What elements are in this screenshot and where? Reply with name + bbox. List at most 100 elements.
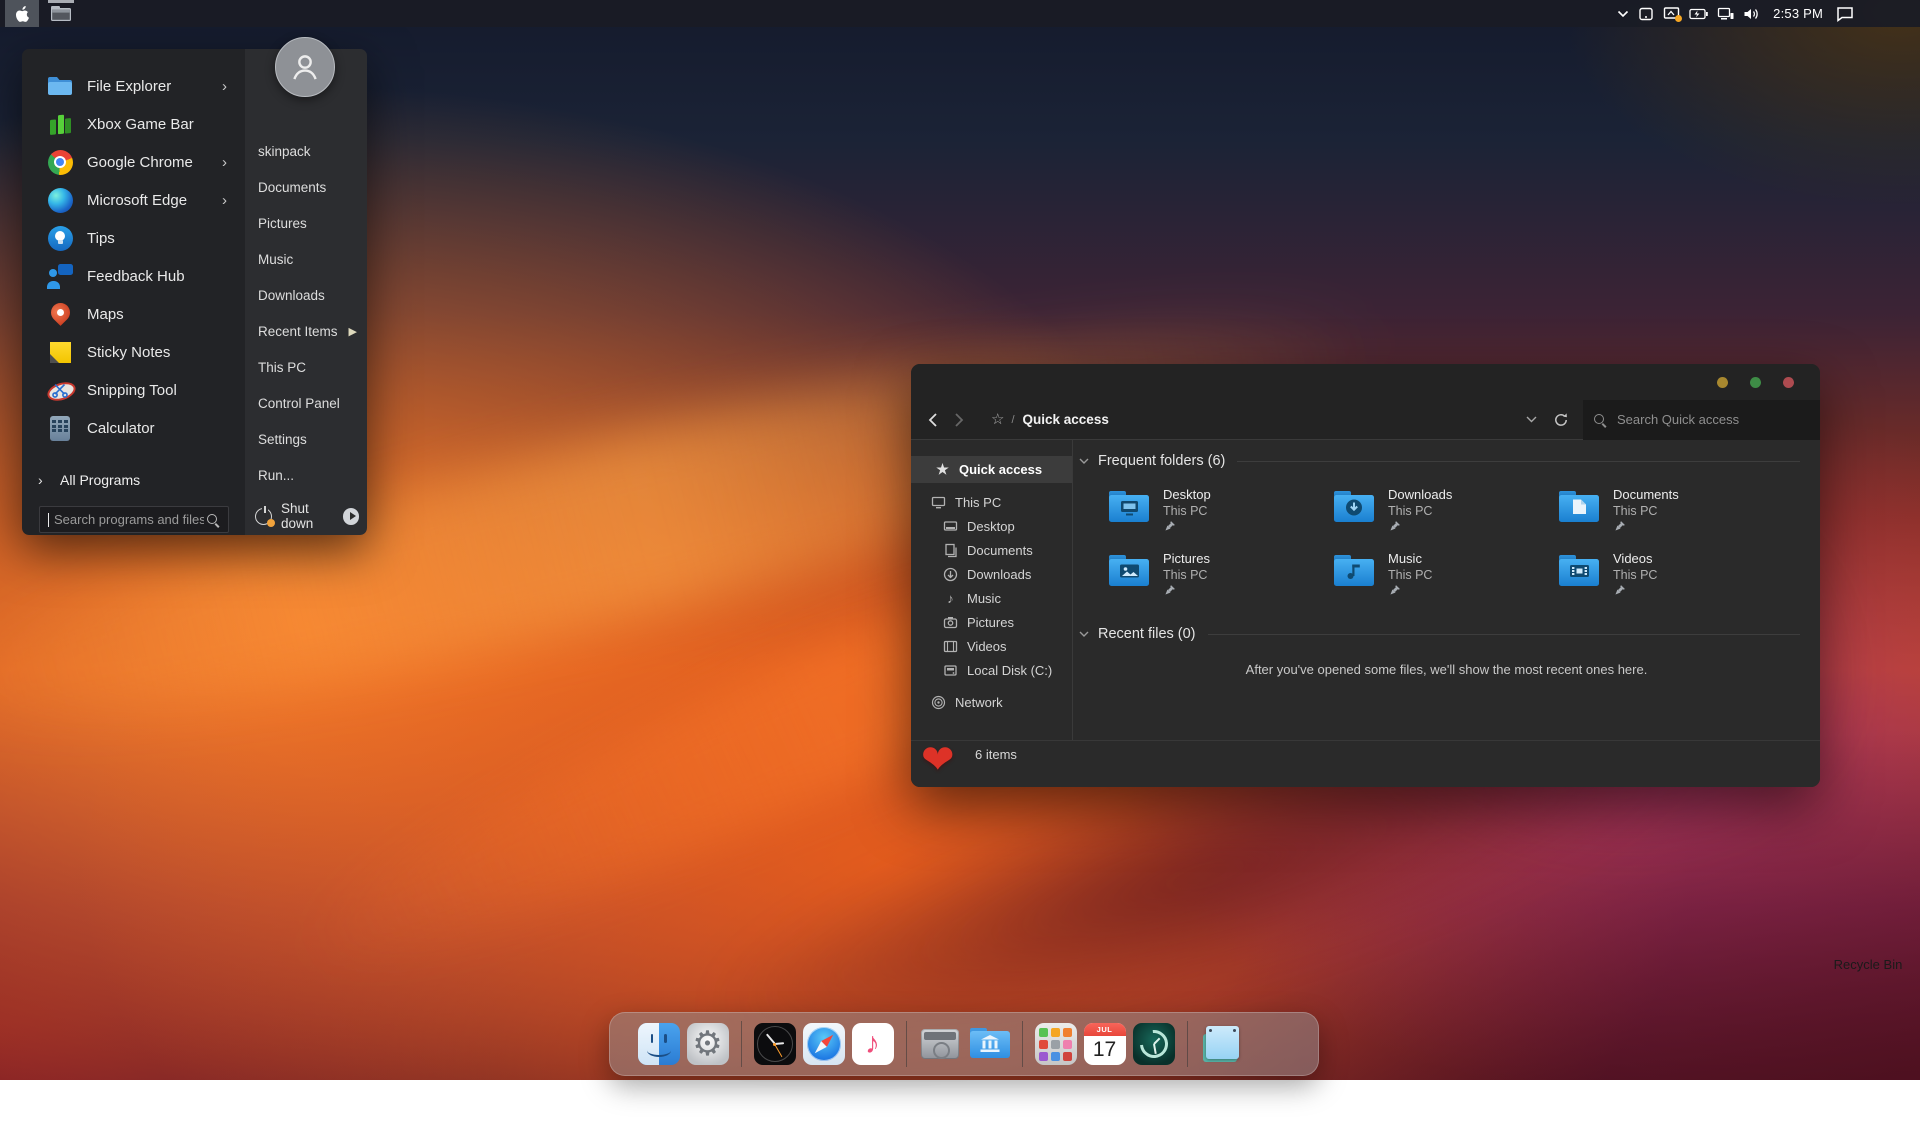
start-place-downloads[interactable]: Downloads <box>245 277 367 313</box>
start-place-user[interactable]: skinpack <box>245 133 367 169</box>
sidebar-item-network[interactable]: Network <box>911 690 1072 714</box>
volume-icon[interactable] <box>1743 7 1760 21</box>
pin-icon <box>1613 521 1625 533</box>
dock-safari-icon[interactable] <box>803 1023 845 1065</box>
start-place-run[interactable]: Run... <box>245 457 367 493</box>
start-place-control-panel[interactable]: Control Panel <box>245 385 367 421</box>
start-item-label: File Explorer <box>87 78 171 95</box>
start-place-this-pc[interactable]: This PC <box>245 349 367 385</box>
refresh-icon[interactable] <box>1553 412 1569 428</box>
folder-icon <box>1106 550 1152 590</box>
window-titlebar[interactable] <box>911 364 1820 400</box>
sidebar-item-documents[interactable]: Documents <box>911 538 1072 562</box>
start-item-calculator[interactable]: Calculator <box>22 409 245 447</box>
start-place-documents[interactable]: Documents <box>245 169 367 205</box>
sidebar-item-pictures[interactable]: Pictures <box>911 610 1072 634</box>
file-explorer-menu-app[interactable] <box>46 0 76 27</box>
dock-library-folder-icon[interactable] <box>968 1023 1010 1065</box>
battery-icon[interactable] <box>1689 8 1708 20</box>
dock-stickies-icon[interactable] <box>1200 1023 1242 1065</box>
collapse-chevron-icon[interactable] <box>1079 458 1089 464</box>
sidebar-item-local-disk[interactable]: Local Disk (C:) <box>911 658 1072 682</box>
explorer-search-input[interactable] <box>1615 411 1810 428</box>
breadcrumb[interactable]: Quick access <box>1023 412 1109 427</box>
display-alert-icon[interactable] <box>1663 6 1680 21</box>
collapse-chevron-icon[interactable] <box>1079 631 1089 637</box>
user-avatar[interactable] <box>275 37 335 97</box>
shutdown-options-arrow[interactable] <box>343 508 359 525</box>
snipping-tool-icon <box>45 375 75 405</box>
sidebar-item-videos[interactable]: Videos <box>911 634 1072 658</box>
recycle-bin[interactable]: Recycle Bin <box>1830 953 1906 972</box>
user-name: skinpack <box>258 144 311 159</box>
frequent-folders-header[interactable]: Frequent folders (6) <box>1073 452 1800 470</box>
recent-files-header[interactable]: Recent files (0) <box>1073 625 1800 643</box>
all-programs-button[interactable]: › All Programs <box>22 463 245 497</box>
dock-system-preferences-icon[interactable]: ⚙ <box>687 1023 729 1065</box>
start-item-maps[interactable]: Maps <box>22 295 245 333</box>
network-icon[interactable] <box>1717 7 1734 21</box>
start-place-settings[interactable]: Settings <box>245 421 367 457</box>
shut-down-button[interactable]: Shut down <box>255 503 359 529</box>
dock-music-icon[interactable]: ♪ <box>852 1023 894 1065</box>
back-icon[interactable] <box>927 412 939 428</box>
monitor-icon <box>931 495 946 510</box>
feedback-hub-icon <box>45 261 75 291</box>
start-item-label: Feedback Hub <box>87 268 185 285</box>
breadcrumb-separator: / <box>1011 414 1014 426</box>
dock-trash-icon[interactable] <box>1249 1023 1291 1065</box>
start-item-label: Microsoft Edge <box>87 192 187 209</box>
start-item-sticky-notes[interactable]: Sticky Notes <box>22 333 245 371</box>
folder-tile-pictures[interactable]: Pictures This PC <box>1106 550 1331 614</box>
pin-icon <box>1613 585 1625 597</box>
apple-menu[interactable] <box>5 0 39 27</box>
start-item-google-chrome[interactable]: Google Chrome › <box>22 143 245 181</box>
sidebar-item-quick-access[interactable]: ★ Quick access <box>911 456 1072 483</box>
start-place-pictures[interactable]: Pictures <box>245 205 367 241</box>
tablet-mode-icon[interactable] <box>1638 6 1654 22</box>
dock-calendar-icon[interactable]: JUL 17 <box>1084 1023 1126 1065</box>
clock-time[interactable]: 2:53 PM <box>1773 6 1823 21</box>
xbox-game-bar-icon <box>45 109 75 139</box>
chevron-down-icon[interactable] <box>1617 10 1629 18</box>
explorer-search-box[interactable] <box>1583 400 1820 440</box>
desktop-icon <box>943 519 958 534</box>
start-item-xbox-game-bar[interactable]: Xbox Game Bar <box>22 105 245 143</box>
folder-tile-downloads[interactable]: Downloads This PC <box>1331 486 1556 550</box>
start-item-label: Calculator <box>87 420 155 437</box>
start-place-music[interactable]: Music <box>245 241 367 277</box>
sidebar-item-this-pc[interactable]: This PC <box>911 490 1072 514</box>
start-item-tips[interactable]: Tips <box>22 219 245 257</box>
start-item-microsoft-edge[interactable]: Microsoft Edge › <box>22 181 245 219</box>
dock-hard-drive-icon[interactable] <box>919 1023 961 1065</box>
dock-time-machine-icon[interactable] <box>1133 1023 1175 1065</box>
dock-finder-icon[interactable] <box>638 1023 680 1065</box>
notification-center-icon[interactable] <box>1836 6 1854 22</box>
minimize-button[interactable] <box>1717 377 1728 388</box>
system-tray: 2:53 PM <box>1617 0 1854 27</box>
search-icon <box>1593 413 1607 427</box>
calendar-month: JUL <box>1084 1023 1126 1036</box>
folder-tile-music[interactable]: Music This PC <box>1331 550 1556 614</box>
start-item-snipping-tool[interactable]: Snipping Tool <box>22 371 245 409</box>
folder-tile-videos[interactable]: Videos This PC <box>1556 550 1781 614</box>
start-item-file-explorer[interactable]: File Explorer › <box>22 67 245 105</box>
maximize-button[interactable] <box>1750 377 1761 388</box>
start-search-box[interactable] <box>39 506 229 533</box>
close-button[interactable] <box>1783 377 1794 388</box>
address-dropdown-icon[interactable] <box>1526 416 1537 423</box>
sidebar-item-music[interactable]: ♪ Music <box>911 586 1072 610</box>
forward-icon[interactable] <box>953 412 965 428</box>
dock-clock-icon[interactable] <box>754 1023 796 1065</box>
start-place-recent-items[interactable]: Recent Items ▶ <box>245 313 367 349</box>
sidebar-item-downloads[interactable]: Downloads <box>911 562 1072 586</box>
pin-icon <box>1388 585 1400 597</box>
folder-tile-desktop[interactable]: Desktop This PC <box>1106 486 1331 550</box>
pin-icon <box>1388 521 1400 533</box>
favorite-star-icon[interactable]: ☆ <box>991 412 1004 427</box>
start-search-input[interactable] <box>52 511 206 528</box>
folder-tile-documents[interactable]: Documents This PC <box>1556 486 1781 550</box>
sidebar-item-desktop[interactable]: Desktop <box>911 514 1072 538</box>
start-item-feedback-hub[interactable]: Feedback Hub <box>22 257 245 295</box>
dock-launchpad-icon[interactable] <box>1035 1023 1077 1065</box>
